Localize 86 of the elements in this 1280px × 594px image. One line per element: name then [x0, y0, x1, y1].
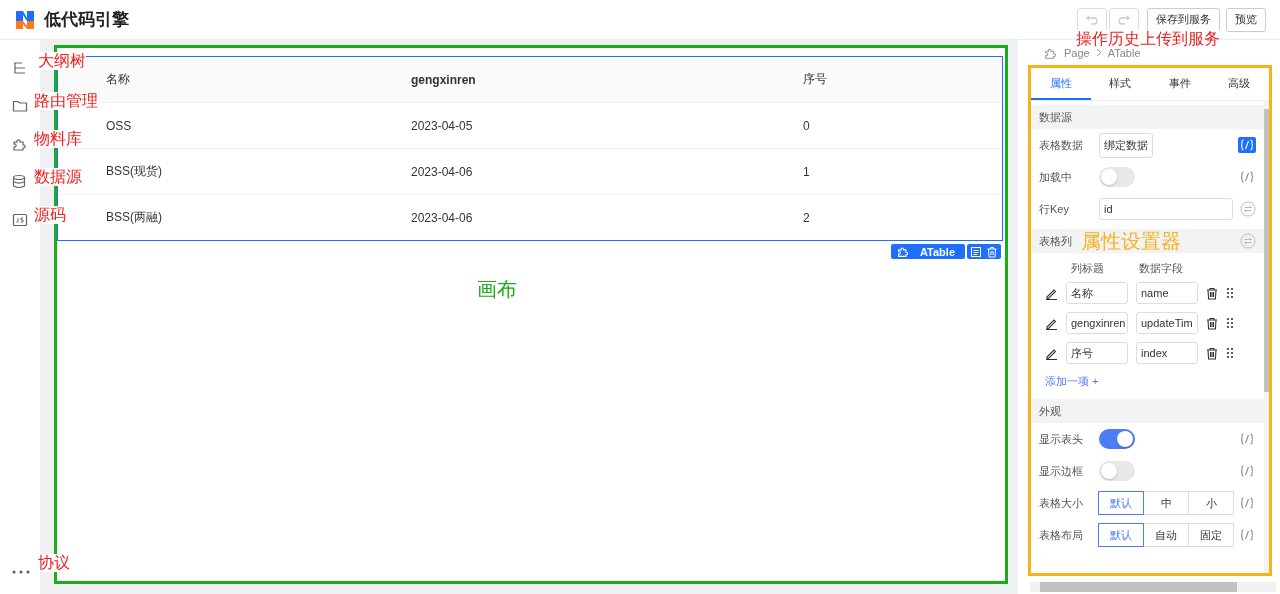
- puzzle-icon: [896, 245, 910, 258]
- chevron-icon: [1095, 48, 1102, 57]
- annotation-label: 源码: [34, 206, 66, 224]
- segment-option[interactable]: 固定: [1188, 523, 1234, 547]
- puzzle-icon[interactable]: [12, 136, 28, 152]
- column-label: 列标题: [1071, 261, 1105, 276]
- toggle-switch[interactable]: [1099, 167, 1135, 187]
- scrollbar[interactable]: [1030, 582, 1276, 592]
- variable-binding-icon[interactable]: [1238, 527, 1256, 543]
- table-cell-text: 2023-04-05: [410, 118, 474, 133]
- field-label: 显示表头: [1039, 431, 1084, 447]
- copy-icon[interactable]: [970, 245, 982, 258]
- input-field[interactable]: 序号: [1066, 342, 1128, 364]
- input-field[interactable]: index: [1136, 342, 1198, 364]
- table-cell-text: BSS(现货): [106, 163, 163, 180]
- variable-binding-icon[interactable]: [1238, 169, 1256, 185]
- trash-icon[interactable]: [1206, 286, 1218, 300]
- input-field[interactable]: name: [1136, 282, 1198, 304]
- segment-option[interactable]: 中: [1143, 491, 1189, 515]
- variable-binding-icon[interactable]: [1238, 495, 1256, 511]
- drag-handle-icon[interactable]: [1226, 347, 1234, 359]
- input-field[interactable]: gengxinren: [1066, 312, 1128, 334]
- scrollbar[interactable]: [1264, 101, 1269, 573]
- bind-data-button[interactable]: 绑定数据: [1099, 132, 1153, 158]
- field-label: 表格大小: [1039, 495, 1084, 511]
- annotation-label: 物料库: [34, 130, 82, 148]
- toggle-switch[interactable]: [1099, 461, 1135, 481]
- toolbar-button[interactable]: 预览: [1226, 7, 1266, 32]
- section-title: 表格列: [1039, 233, 1072, 249]
- folder-icon[interactable]: [12, 98, 28, 114]
- database-icon[interactable]: [12, 174, 28, 190]
- section-title: 外观: [1039, 403, 1061, 419]
- toolbar-button[interactable]: 保存到服务: [1147, 7, 1220, 32]
- column-header: gengxinren: [410, 72, 477, 87]
- annotation-label: 协议: [38, 554, 70, 572]
- panel-tab[interactable]: 属性: [1031, 68, 1091, 100]
- segment-option[interactable]: 自动: [1143, 523, 1189, 547]
- column-label: 数据字段: [1139, 261, 1184, 276]
- js-file-icon[interactable]: [12, 212, 28, 228]
- toggle-switch[interactable]: [1099, 429, 1135, 449]
- more-icon[interactable]: [12, 570, 30, 574]
- trash-icon[interactable]: [1206, 316, 1218, 330]
- field-label: 行Key: [1039, 201, 1070, 217]
- table-cell-text: 2023-04-06: [410, 164, 474, 179]
- panel-tab[interactable]: 高级: [1209, 68, 1269, 100]
- column-header: 名称: [106, 71, 131, 88]
- segment-option[interactable]: 默认: [1098, 491, 1144, 515]
- add-item-link[interactable]: 添加一项 +: [1045, 374, 1099, 389]
- annotation-label: 操作历史上传到服务: [1076, 30, 1220, 48]
- table-cell-text: 0: [802, 118, 811, 133]
- variable-binding-icon[interactable]: [1238, 137, 1256, 153]
- app-title: 低代码引擎: [44, 9, 129, 31]
- outline-tree-icon[interactable]: [12, 60, 28, 76]
- annotation-label: 路由管理: [34, 92, 98, 110]
- table-cell-text: 1: [802, 164, 811, 179]
- panel-tab[interactable]: 事件: [1150, 68, 1210, 100]
- segment-option[interactable]: 默认: [1098, 523, 1144, 547]
- annotation-label: 画布: [477, 277, 517, 302]
- input-field[interactable]: id: [1099, 198, 1233, 220]
- section-title: 数据源: [1039, 109, 1072, 125]
- field-label: 表格数据: [1039, 137, 1084, 153]
- breadcrumb-item[interactable]: ATable: [1107, 46, 1141, 59]
- breadcrumb-item[interactable]: Page: [1064, 46, 1090, 59]
- input-field[interactable]: 名称: [1066, 282, 1128, 304]
- segment-option[interactable]: 小: [1188, 491, 1234, 515]
- table-cell-text: BSS(两融): [106, 209, 163, 226]
- component-label[interactable]: ATable: [890, 244, 965, 259]
- table-cell-text: OSS: [106, 118, 133, 133]
- variable-binding-icon[interactable]: [1238, 463, 1256, 479]
- panel-tab[interactable]: 样式: [1090, 68, 1150, 100]
- annotation-label: 数据源: [34, 168, 82, 186]
- variable-binding-icon[interactable]: [1238, 431, 1256, 447]
- annotation-label: 大纲树: [38, 52, 86, 70]
- input-field[interactable]: updateTim: [1136, 312, 1198, 334]
- field-label: 显示边框: [1039, 463, 1084, 479]
- drag-handle-icon[interactable]: [1226, 317, 1234, 329]
- trash-icon[interactable]: [1206, 346, 1218, 360]
- field-label: 表格布局: [1039, 527, 1084, 543]
- logo-icon: [14, 8, 36, 31]
- delete-icon[interactable]: [986, 245, 998, 258]
- table-cell-text: 2023-04-06: [410, 210, 474, 225]
- column-header: 序号: [802, 71, 828, 88]
- annotation-label: 属性设置器: [1081, 229, 1181, 254]
- table-cell-text: 2: [802, 210, 811, 225]
- field-label: 加载中: [1039, 169, 1073, 185]
- drag-handle-icon[interactable]: [1226, 287, 1234, 299]
